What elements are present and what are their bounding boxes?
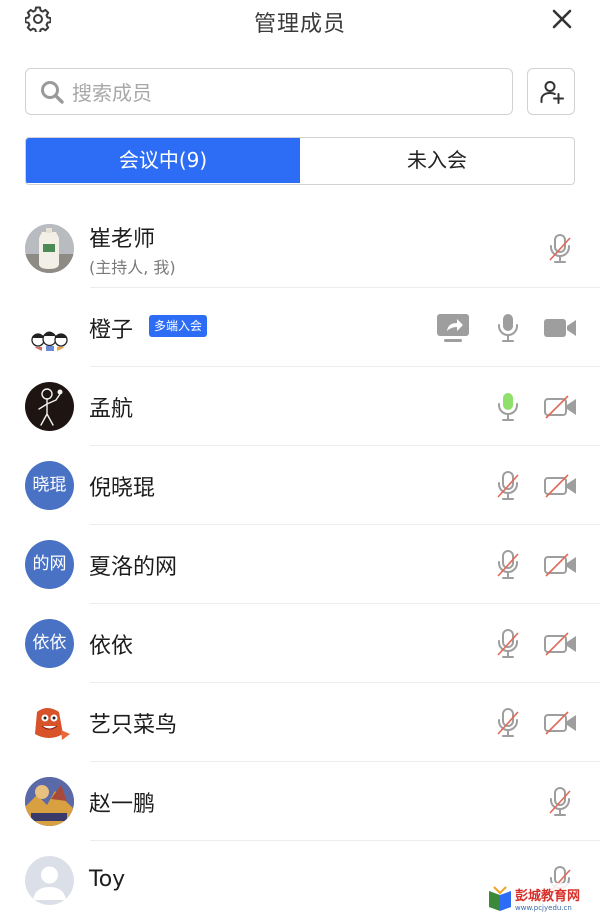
list-item[interactable]: 依依 依依 [0, 604, 600, 683]
close-icon[interactable] [550, 7, 574, 31]
avatar [25, 698, 74, 747]
camera-off-icon[interactable] [543, 632, 577, 656]
list-item[interactable]: 赵一鹏 [0, 762, 600, 841]
avatar: 依依 [25, 619, 74, 668]
camera-off-icon[interactable] [543, 395, 577, 419]
avatar [25, 303, 74, 352]
mic-muted-icon[interactable] [546, 233, 574, 265]
member-name: 橙子 [89, 318, 134, 343]
member-name: 崔老师 [89, 227, 156, 252]
book-logo-icon: 彭城教育网 www.pcjyedu.cn [486, 883, 600, 913]
member-role: (主持人, 我) [89, 258, 176, 277]
member-name: 孟航 [89, 397, 134, 422]
avatar [25, 382, 74, 431]
list-item[interactable]: 艺只菜鸟 [0, 683, 600, 762]
search-icon [41, 81, 64, 104]
mic-muted-icon[interactable] [494, 470, 522, 502]
tab-in-meeting[interactable]: 会议中(9) [26, 138, 300, 183]
avatar [25, 777, 74, 826]
site-watermark-logo: 彭城教育网 www.pcjyedu.cn [486, 883, 600, 913]
search-input[interactable] [70, 77, 504, 109]
watermark-url: www.pcjyedu.cn [515, 904, 572, 912]
camera-off-icon[interactable] [543, 553, 577, 577]
avatar [25, 856, 74, 905]
add-user-icon [540, 81, 564, 104]
camera-off-icon[interactable] [543, 474, 577, 498]
mic-speaking-icon[interactable] [494, 391, 522, 423]
list-item[interactable]: 橙子 多端入会 [0, 288, 600, 367]
page-title: 管理成员 [253, 12, 346, 37]
member-name: 倪晓琨 [89, 476, 156, 501]
list-item[interactable]: 孟航 [0, 367, 600, 446]
list-item[interactable]: 晓琨 倪晓琨 [0, 446, 600, 525]
search-box[interactable] [25, 68, 513, 115]
member-name: 艺只菜鸟 [89, 713, 178, 738]
avatar: 晓琨 [25, 461, 74, 510]
member-name: 赵一鹏 [89, 792, 156, 817]
watermark-text: 彭城教育网 [515, 888, 580, 904]
tab-not-joined[interactable]: 未入会 [300, 138, 574, 183]
avatar [25, 224, 74, 273]
camera-off-icon[interactable] [543, 711, 577, 735]
add-member-button[interactable] [527, 68, 575, 115]
photo-avatar-image [25, 224, 74, 273]
member-name: Toy [89, 867, 126, 892]
list-item[interactable]: 崔老师 (主持人, 我) [0, 209, 600, 288]
mic-muted-icon[interactable] [494, 628, 522, 660]
tab-bar: 会议中(9) 未入会 [25, 137, 575, 185]
default-avatar-icon [33, 866, 66, 900]
avatar: 的网 [25, 540, 74, 589]
cartoon-avatar-image [31, 331, 68, 351]
mic-muted-icon[interactable] [494, 707, 522, 739]
header-bar: 管理成员 [0, 0, 600, 40]
cartoon-avatar-image [35, 708, 70, 740]
mic-muted-icon[interactable] [546, 786, 574, 818]
photo-avatar-image [25, 777, 74, 826]
sketch-avatar-image [38, 388, 63, 426]
camera-icon[interactable] [543, 316, 577, 340]
member-name: 夏洛的网 [89, 555, 178, 580]
multi-device-badge: 多端入会 [149, 315, 208, 337]
mic-muted-icon[interactable] [494, 549, 522, 581]
screen-share-icon[interactable] [436, 313, 470, 343]
member-name: 依依 [89, 634, 134, 659]
list-item[interactable]: 的网 夏洛的网 [0, 525, 600, 604]
mic-icon[interactable] [494, 312, 522, 344]
